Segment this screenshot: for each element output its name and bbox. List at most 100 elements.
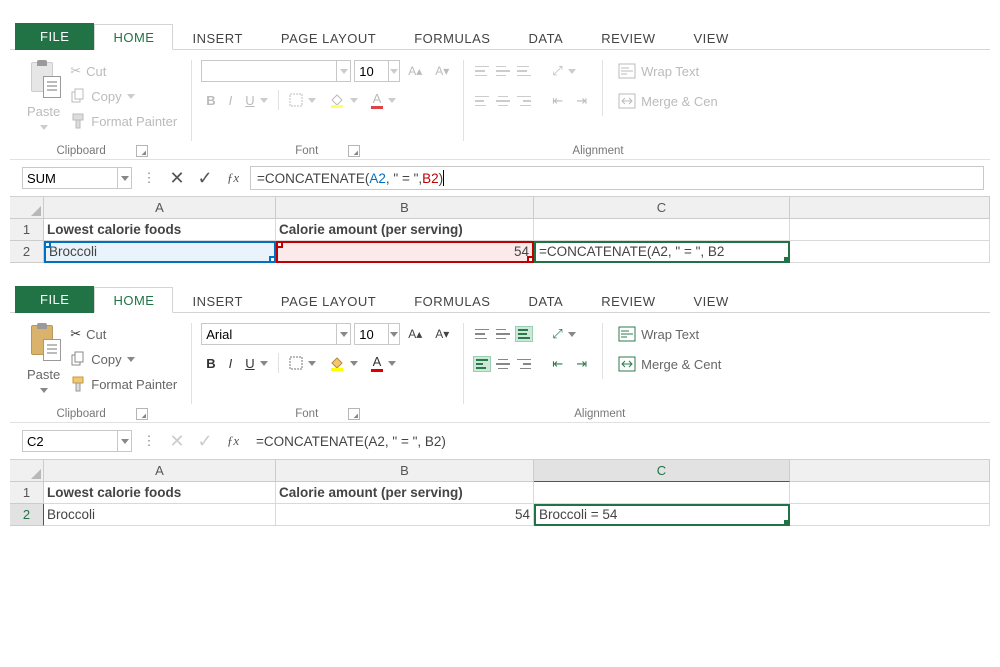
col-header-D[interactable]: [790, 197, 990, 219]
cell-A1[interactable]: Lowest calorie foods: [44, 482, 276, 504]
bold-button[interactable]: B: [201, 353, 220, 374]
font-color-button[interactable]: A: [366, 351, 402, 375]
tab-data[interactable]: DATA: [509, 288, 582, 313]
name-box[interactable]: [22, 167, 132, 189]
borders-button[interactable]: [284, 90, 321, 110]
name-box-input[interactable]: [23, 171, 117, 186]
cell-D1[interactable]: [790, 219, 990, 241]
font-size-input[interactable]: [355, 327, 388, 342]
font-name-combo[interactable]: [201, 60, 351, 82]
tab-page-layout[interactable]: PAGE LAYOUT: [262, 288, 395, 313]
font-name-dropdown-icon[interactable]: [336, 324, 350, 344]
cell-C1[interactable]: [534, 482, 790, 504]
font-dialog-launcher-icon[interactable]: [348, 408, 360, 420]
underline-button[interactable]: U: [240, 353, 272, 374]
tab-insert[interactable]: INSERT: [173, 288, 261, 313]
tab-formulas[interactable]: FORMULAS: [395, 25, 509, 50]
formula-input[interactable]: =CONCATENATE(A2, " = ", B2): [250, 429, 984, 453]
align-left-button[interactable]: [473, 93, 491, 109]
align-right-button[interactable]: [515, 93, 533, 109]
tab-review[interactable]: REVIEW: [582, 25, 674, 50]
name-box-input[interactable]: [23, 434, 117, 449]
cell-D1[interactable]: [790, 482, 990, 504]
spreadsheet-grid[interactable]: A B C 1 Lowest calorie foods Calorie amo…: [10, 459, 990, 526]
font-dialog-launcher-icon[interactable]: [348, 145, 360, 157]
font-size-dropdown-icon[interactable]: [388, 324, 399, 344]
tab-view[interactable]: VIEW: [675, 288, 748, 313]
paste-dropdown-icon[interactable]: [40, 125, 48, 130]
italic-button[interactable]: I: [224, 353, 238, 374]
align-center-button[interactable]: [494, 356, 512, 372]
row-header-1[interactable]: 1: [10, 219, 44, 241]
shrink-font-button[interactable]: A▾: [430, 61, 454, 81]
merge-center-button[interactable]: Merge & Cent: [613, 353, 726, 375]
select-all-corner[interactable]: [10, 460, 44, 482]
clipboard-dialog-launcher-icon[interactable]: [136, 145, 148, 157]
paste-dropdown-icon[interactable]: [40, 388, 48, 393]
font-color-dropdown-icon[interactable]: [388, 361, 396, 366]
increase-indent-button[interactable]: ⇥: [571, 353, 592, 375]
fill-color-button[interactable]: [324, 352, 363, 374]
align-middle-button[interactable]: [494, 63, 512, 79]
copy-dropdown-icon[interactable]: [127, 357, 135, 362]
font-name-input[interactable]: [202, 327, 336, 342]
font-name-combo[interactable]: [201, 323, 351, 345]
font-size-combo[interactable]: [354, 60, 400, 82]
name-box-dropdown-icon[interactable]: [117, 168, 131, 188]
enter-formula-button[interactable]: ✓: [194, 167, 216, 189]
cut-button[interactable]: ✂ Cut: [65, 60, 182, 82]
align-right-button[interactable]: [515, 356, 533, 372]
orientation-dropdown-icon[interactable]: [568, 69, 576, 74]
row-header-1[interactable]: 1: [10, 482, 44, 504]
cell-B2[interactable]: 54: [276, 504, 534, 526]
copy-button[interactable]: Copy: [65, 348, 182, 370]
col-header-D[interactable]: [790, 460, 990, 482]
cell-A2[interactable]: Broccoli: [44, 504, 276, 526]
cell-A2[interactable]: Broccoli: [44, 241, 276, 263]
col-header-A[interactable]: A: [44, 460, 276, 482]
align-middle-button[interactable]: [494, 326, 512, 342]
underline-dropdown-icon[interactable]: [260, 361, 268, 366]
cut-button[interactable]: ✂Cut: [65, 323, 182, 345]
paste-button[interactable]: Paste: [22, 101, 65, 122]
font-color-button[interactable]: A: [366, 88, 402, 112]
align-top-button[interactable]: [473, 63, 491, 79]
shrink-font-button[interactable]: A▾: [430, 324, 454, 344]
tab-review[interactable]: REVIEW: [582, 288, 674, 313]
cancel-formula-button[interactable]: ✕: [166, 430, 188, 452]
orientation-button[interactable]: ⤢: [547, 323, 580, 345]
font-size-dropdown-icon[interactable]: [388, 61, 399, 81]
borders-dropdown-icon[interactable]: [308, 98, 316, 103]
cell-C2[interactable]: =CONCATENATE(A2, " = ", B2: [534, 241, 790, 263]
clipboard-dialog-launcher-icon[interactable]: [136, 408, 148, 420]
cell-C2[interactable]: Broccoli = 54: [534, 504, 790, 526]
tab-data[interactable]: DATA: [509, 25, 582, 50]
grow-font-button[interactable]: A▴: [403, 61, 427, 81]
underline-button[interactable]: U: [240, 90, 272, 111]
tab-insert[interactable]: INSERT: [173, 25, 261, 50]
align-bottom-button[interactable]: [515, 63, 533, 79]
paste-button[interactable]: Paste: [22, 364, 65, 385]
cell-B1[interactable]: Calorie amount (per serving): [276, 482, 534, 504]
copy-dropdown-icon[interactable]: [127, 94, 135, 99]
cell-A1[interactable]: Lowest calorie foods: [44, 219, 276, 241]
increase-indent-button[interactable]: ⇥: [571, 90, 592, 112]
cell-B2[interactable]: 54: [276, 241, 534, 263]
font-color-dropdown-icon[interactable]: [388, 98, 396, 103]
tab-file[interactable]: FILE: [15, 286, 94, 313]
fill-color-dropdown-icon[interactable]: [350, 98, 358, 103]
borders-button[interactable]: [284, 353, 321, 373]
tab-home[interactable]: HOME: [94, 287, 173, 313]
wrap-text-button[interactable]: Wrap Text: [613, 323, 726, 345]
spreadsheet-grid[interactable]: A B C 1 Lowest calorie foods Calorie amo…: [10, 196, 990, 263]
orientation-dropdown-icon[interactable]: [568, 332, 576, 337]
underline-dropdown-icon[interactable]: [260, 98, 268, 103]
italic-button[interactable]: I: [224, 90, 238, 111]
format-painter-button[interactable]: Format Painter: [65, 110, 182, 132]
font-name-input[interactable]: [202, 64, 336, 79]
copy-button[interactable]: Copy: [65, 85, 182, 107]
enter-formula-button[interactable]: ✓: [194, 430, 216, 452]
fill-color-dropdown-icon[interactable]: [350, 361, 358, 366]
font-size-input[interactable]: [355, 64, 388, 79]
orientation-button[interactable]: ⤢: [547, 60, 580, 82]
